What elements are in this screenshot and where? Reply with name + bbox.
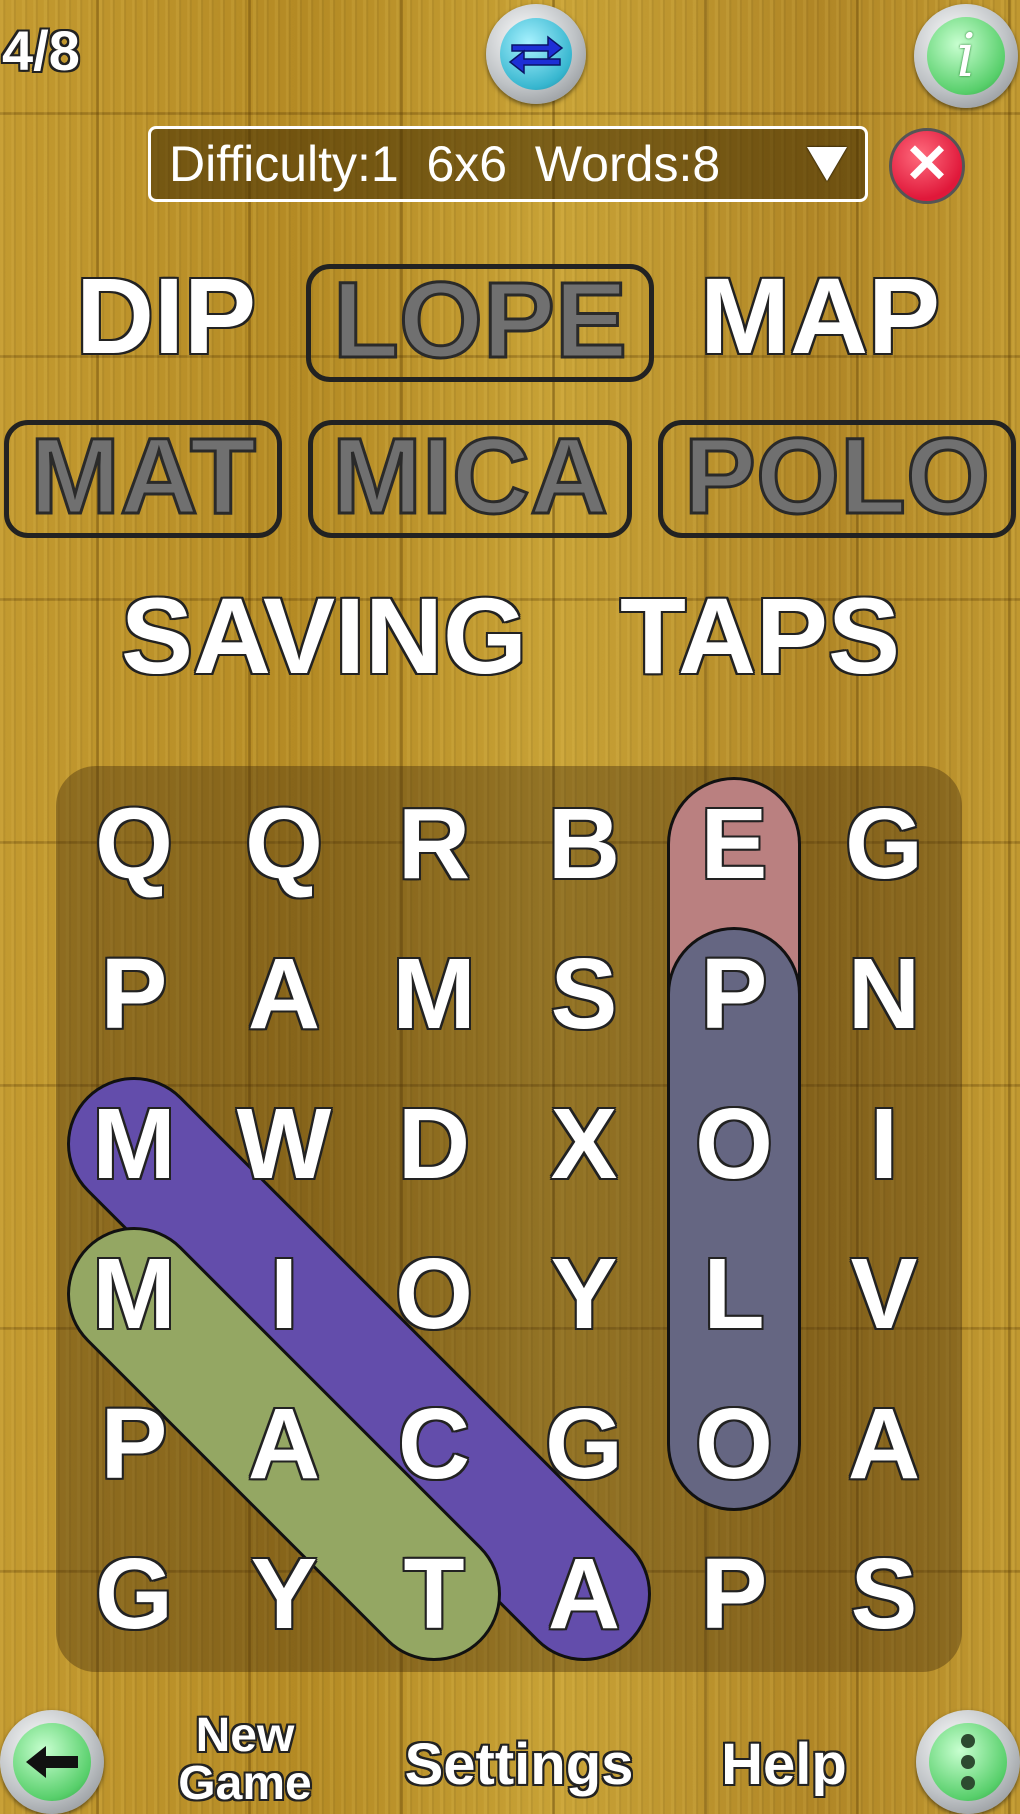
back-button[interactable] bbox=[0, 1710, 104, 1814]
grid-cell-r5-c3[interactable]: A bbox=[509, 1519, 659, 1669]
info-icon: i bbox=[927, 17, 1005, 95]
grid-cell-r1-c4[interactable]: P bbox=[659, 919, 809, 1069]
settings-button[interactable]: Settings bbox=[386, 1736, 652, 1794]
grid-cell-r4-c3[interactable]: G bbox=[509, 1369, 659, 1519]
grid-cell-r0-c0[interactable]: Q bbox=[59, 769, 209, 919]
back-arrow-icon bbox=[13, 1723, 91, 1801]
word-map: MAP bbox=[700, 255, 940, 376]
swap-button[interactable] bbox=[486, 4, 586, 104]
close-icon: ✕ bbox=[904, 134, 950, 194]
grid-cell-r1-c5[interactable]: N bbox=[809, 919, 959, 1069]
grid-cell-r3-c5[interactable]: V bbox=[809, 1219, 959, 1369]
grid-cell-r4-c2[interactable]: C bbox=[359, 1369, 509, 1519]
grid-cell-r2-c3[interactable]: X bbox=[509, 1069, 659, 1219]
grid-cell-r0-c4[interactable]: E bbox=[659, 769, 809, 919]
grid-cell-r2-c5[interactable]: I bbox=[809, 1069, 959, 1219]
word-lope: LOPE bbox=[331, 259, 628, 380]
grid-cell-r4-c5[interactable]: A bbox=[809, 1369, 959, 1519]
grid-cell-r2-c0[interactable]: M bbox=[59, 1069, 209, 1219]
grid-cell-r0-c5[interactable]: G bbox=[809, 769, 959, 919]
grid-cell-r3-c0[interactable]: M bbox=[59, 1219, 209, 1369]
word-polo: POLO bbox=[682, 415, 991, 536]
word-saving: SAVING bbox=[120, 575, 528, 696]
grid-cell-r1-c3[interactable]: S bbox=[509, 919, 659, 1069]
help-button[interactable]: Help bbox=[704, 1736, 864, 1794]
grid-cell-r3-c3[interactable]: Y bbox=[509, 1219, 659, 1369]
grid-cell-r4-c1[interactable]: A bbox=[209, 1369, 359, 1519]
grid-cell-r1-c1[interactable]: A bbox=[209, 919, 359, 1069]
difficulty-dropdown[interactable]: Difficulty:1 6x6 Words:8 bbox=[148, 126, 868, 202]
info-button[interactable]: i bbox=[914, 4, 1018, 108]
grid-cell-r4-c0[interactable]: P bbox=[59, 1369, 209, 1519]
swap-arrows-icon bbox=[500, 18, 572, 90]
grid-cell-r2-c1[interactable]: W bbox=[209, 1069, 359, 1219]
grid-cell-r0-c2[interactable]: R bbox=[359, 769, 509, 919]
grid-cell-r3-c4[interactable]: L bbox=[659, 1219, 809, 1369]
word-dip: DIP bbox=[75, 255, 257, 376]
letter-grid[interactable]: QQRBEGPAMSPNMWDXOIMIOYLVPACGOAGYTAPS bbox=[56, 766, 962, 1672]
new-game-button[interactable]: New Game bbox=[160, 1712, 330, 1808]
word-mat: MAT bbox=[29, 415, 258, 536]
grid-cell-r0-c1[interactable]: Q bbox=[209, 769, 359, 919]
grid-cell-r5-c5[interactable]: S bbox=[809, 1519, 959, 1669]
word-mica: MICA bbox=[331, 415, 610, 536]
grid-cell-r5-c0[interactable]: G bbox=[59, 1519, 209, 1669]
grid-cell-r1-c2[interactable]: M bbox=[359, 919, 509, 1069]
grid-cell-r5-c4[interactable]: P bbox=[659, 1519, 809, 1669]
dropdown-arrow-icon bbox=[807, 147, 847, 181]
found-counter: 4/8 bbox=[2, 19, 80, 82]
word-taps: TAPS bbox=[619, 575, 901, 696]
menu-button[interactable] bbox=[916, 1710, 1020, 1814]
grid-cell-r2-c4[interactable]: O bbox=[659, 1069, 809, 1219]
grid-cell-r3-c1[interactable]: I bbox=[209, 1219, 359, 1369]
more-vertical-icon bbox=[929, 1723, 1007, 1801]
grid-cell-r4-c4[interactable]: O bbox=[659, 1369, 809, 1519]
grid-cell-r1-c0[interactable]: P bbox=[59, 919, 209, 1069]
difficulty-text: Difficulty:1 6x6 Words:8 bbox=[169, 136, 721, 192]
grid-cell-r3-c2[interactable]: O bbox=[359, 1219, 509, 1369]
grid-cell-r2-c2[interactable]: D bbox=[359, 1069, 509, 1219]
close-button[interactable]: ✕ bbox=[889, 128, 965, 204]
grid-cell-r5-c2[interactable]: T bbox=[359, 1519, 509, 1669]
grid-cell-r5-c1[interactable]: Y bbox=[209, 1519, 359, 1669]
grid-cell-r0-c3[interactable]: B bbox=[509, 769, 659, 919]
